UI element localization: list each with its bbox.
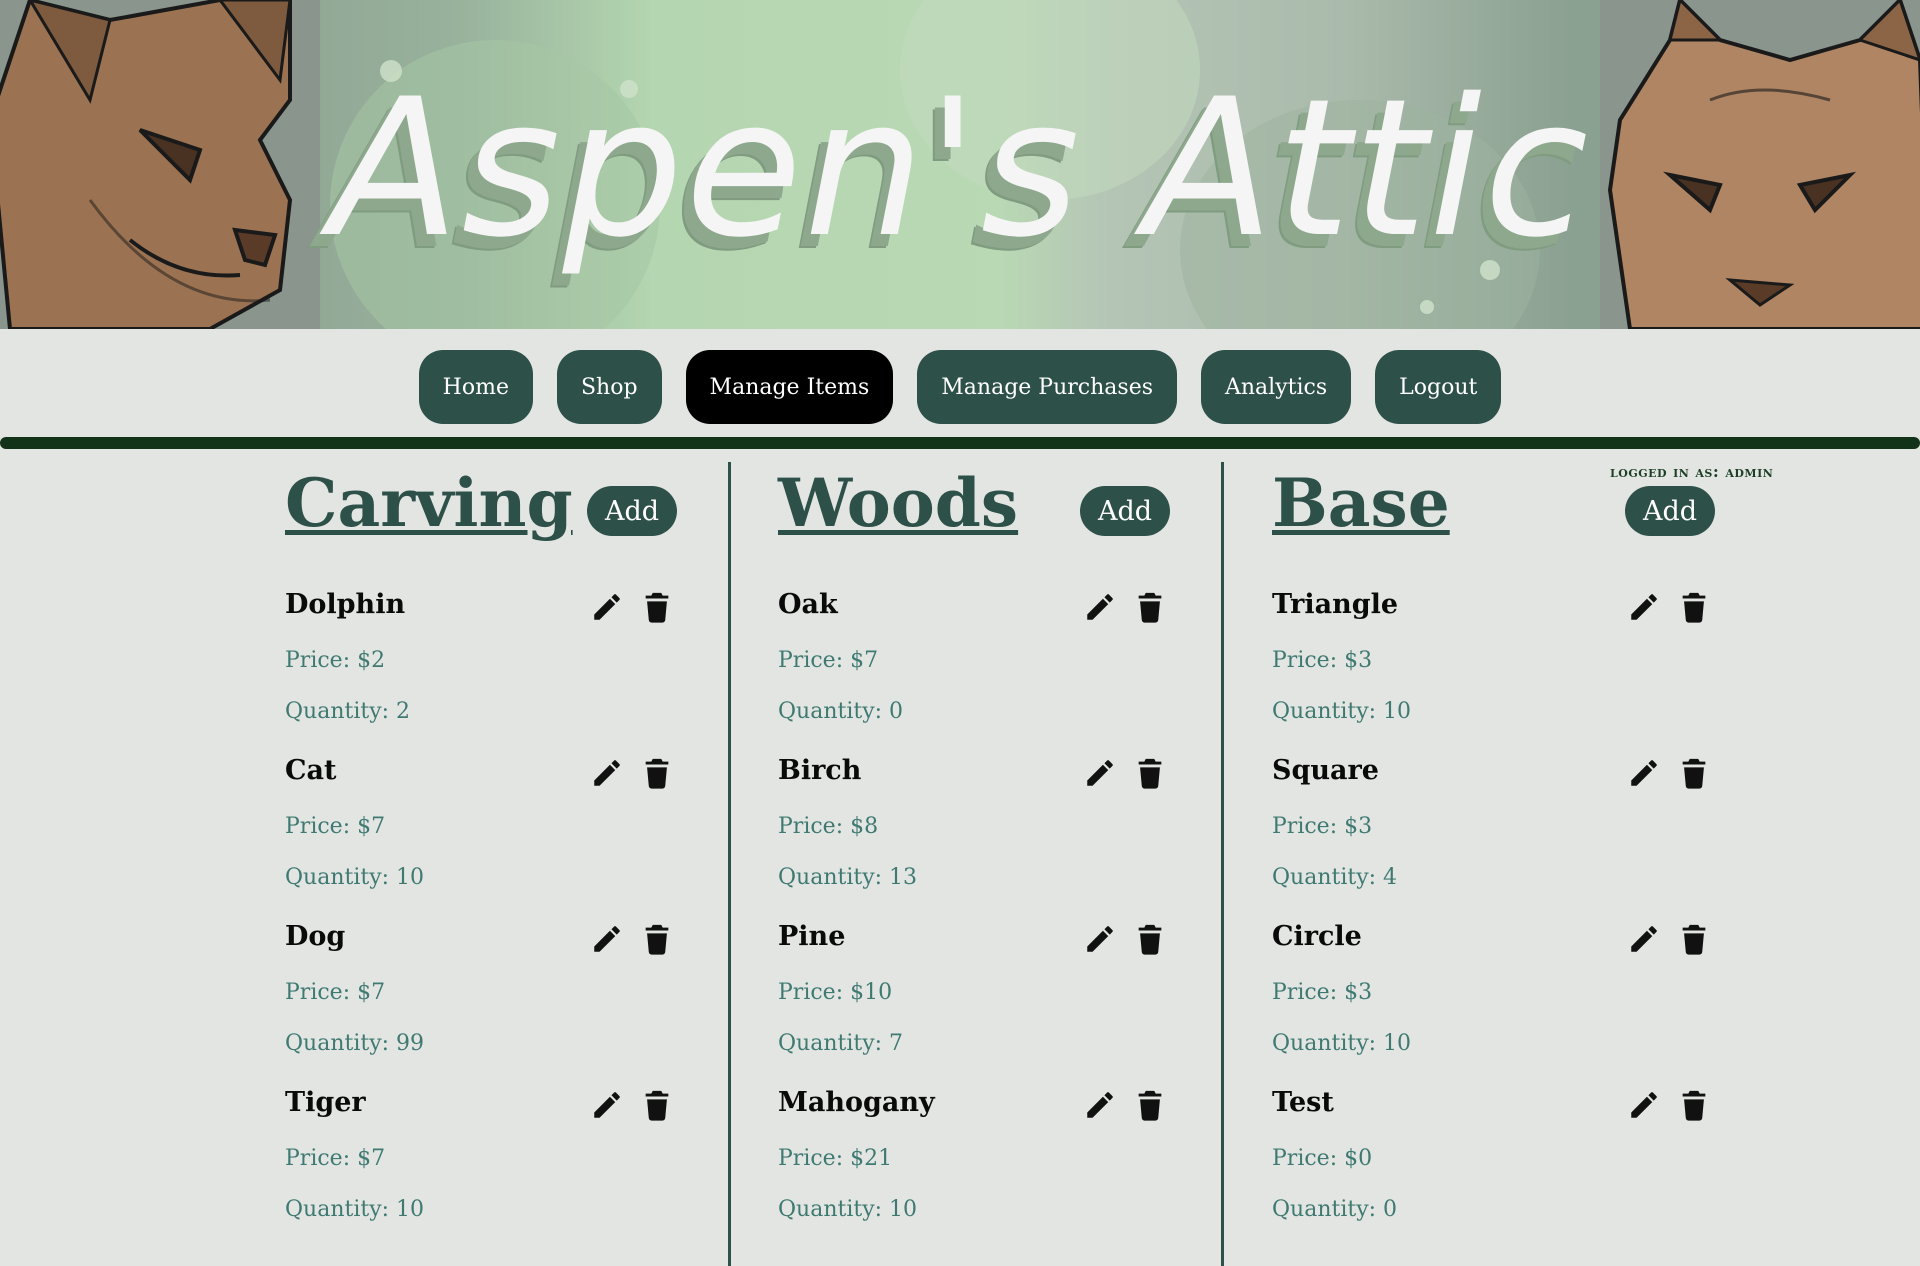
item-price: Price: $7 [285,1146,386,1171]
item-quantity: Quantity: 13 [778,865,918,890]
trash-icon[interactable] [1133,1088,1167,1122]
item-row: Triangle Price: $3 Quantity: 10 [1272,588,1732,754]
item-row: Mahogany Price: $21 Quantity: 10 [778,1086,1238,1252]
item-quantity: Quantity: 4 [1272,865,1398,890]
category-column-woods: Woods Add Oak Price: $7 Quantity: 0 Birch Pr… [778,463,1238,1252]
column-header: Carving Add [285,463,745,588]
category-column-carving: Carving Add Dolphin Price: $2 Quantity: 2 C… [285,463,745,1252]
column-header: Base Add [1272,463,1732,588]
item-row: Cat Price: $7 Quantity: 10 [285,754,745,920]
nav-divider [0,437,1920,449]
trash-icon[interactable] [1133,922,1167,956]
item-row: Square Price: $3 Quantity: 4 [1272,754,1732,920]
item-list: Oak Price: $7 Quantity: 0 Birch Price: $8 Qua… [778,588,1238,1252]
item-quantity: Quantity: 10 [285,865,425,890]
item-price: Price: $3 [1272,980,1373,1005]
item-price: Price: $21 [778,1146,893,1171]
pencil-icon[interactable] [1627,922,1661,956]
item-price: Price: $10 [778,980,893,1005]
item-price: Price: $2 [285,648,386,673]
site-banner: Aspen's Attic [0,0,1920,329]
item-row: Circle Price: $3 Quantity: 10 [1272,920,1732,1086]
item-list: Dolphin Price: $2 Quantity: 2 Cat Price: $7 Q… [285,588,745,1252]
item-quantity: Quantity: 0 [1272,1197,1398,1222]
nav-logout-button[interactable]: Logout [1375,350,1502,424]
item-price: Price: $8 [778,814,879,839]
item-name: Pine [778,921,846,952]
pencil-icon[interactable] [1627,590,1661,624]
nav-manage-items-button[interactable]: Manage Items [685,350,894,424]
pencil-icon[interactable] [1083,1088,1117,1122]
trash-icon[interactable] [1677,590,1711,624]
item-row: Dog Price: $7 Quantity: 99 [285,920,745,1086]
item-row: Tiger Price: $7 Quantity: 10 [285,1086,745,1252]
item-list: Triangle Price: $3 Quantity: 10 Square Price… [1272,588,1732,1252]
item-quantity: Quantity: 0 [778,699,904,724]
pencil-icon[interactable] [590,1088,624,1122]
item-row: Dolphin Price: $2 Quantity: 2 [285,588,745,754]
item-row: Test Price: $0 Quantity: 0 [1272,1086,1732,1252]
trash-icon[interactable] [1133,590,1167,624]
nav-shop-button[interactable]: Shop [556,350,662,424]
pencil-icon[interactable] [1627,756,1661,790]
item-row: Oak Price: $7 Quantity: 0 [778,588,1238,754]
item-name: Dolphin [285,589,406,620]
nav-manage-purchases-button[interactable]: Manage Purchases [917,350,1177,424]
pencil-icon[interactable] [1083,590,1117,624]
category-title: Base [1272,464,1450,542]
item-price: Price: $3 [1272,814,1373,839]
pencil-icon[interactable] [1083,922,1117,956]
nav-home-button[interactable]: Home [418,350,533,424]
pencil-icon[interactable] [590,590,624,624]
pencil-icon[interactable] [590,922,624,956]
category-title: Woods [778,464,1019,542]
item-name: Circle [1272,921,1362,952]
item-price: Price: $7 [778,648,879,673]
trash-icon[interactable] [640,590,674,624]
item-quantity: Quantity: 10 [778,1197,918,1222]
trash-icon[interactable] [640,756,674,790]
item-row: Pine Price: $10 Quantity: 7 [778,920,1238,1086]
item-quantity: Quantity: 7 [778,1031,904,1056]
item-name: Test [1272,1087,1334,1118]
site-title: Aspen's Attic [329,58,1591,279]
pencil-icon[interactable] [1627,1088,1661,1122]
item-price: Price: $7 [285,980,386,1005]
item-name: Square [1272,755,1379,786]
pencil-icon[interactable] [1083,756,1117,790]
pencil-icon[interactable] [590,756,624,790]
item-name: Tiger [285,1087,366,1118]
category-title: Carving [285,464,573,542]
trash-icon[interactable] [640,1088,674,1122]
add-item-button[interactable]: Add [1625,486,1715,536]
trash-icon[interactable] [1133,756,1167,790]
add-item-button[interactable]: Add [1080,486,1170,536]
item-price: Price: $3 [1272,648,1373,673]
trash-icon[interactable] [1677,756,1711,790]
item-row: Birch Price: $8 Quantity: 13 [778,754,1238,920]
trash-icon[interactable] [1677,922,1711,956]
column-header: Woods Add [778,463,1238,588]
item-name: Triangle [1272,589,1399,620]
item-quantity: Quantity: 10 [1272,1031,1412,1056]
trash-icon[interactable] [1677,1088,1711,1122]
item-name: Birch [778,755,862,786]
item-quantity: Quantity: 10 [285,1197,425,1222]
main-nav: Home Shop Manage Items Manage Purchases … [0,350,1920,424]
item-quantity: Quantity: 10 [1272,699,1412,724]
item-name: Dog [285,921,346,952]
item-quantity: Quantity: 99 [285,1031,425,1056]
category-column-base: Base Add Triangle Price: $3 Quantity: 10 Sq… [1272,463,1732,1252]
trash-icon[interactable] [640,922,674,956]
item-price: Price: $7 [285,814,386,839]
item-name: Oak [778,589,838,620]
add-item-button[interactable]: Add [587,486,677,536]
item-name: Mahogany [778,1087,935,1118]
item-name: Cat [285,755,337,786]
item-price: Price: $0 [1272,1146,1373,1171]
item-quantity: Quantity: 2 [285,699,411,724]
nav-analytics-button[interactable]: Analytics [1201,350,1352,424]
